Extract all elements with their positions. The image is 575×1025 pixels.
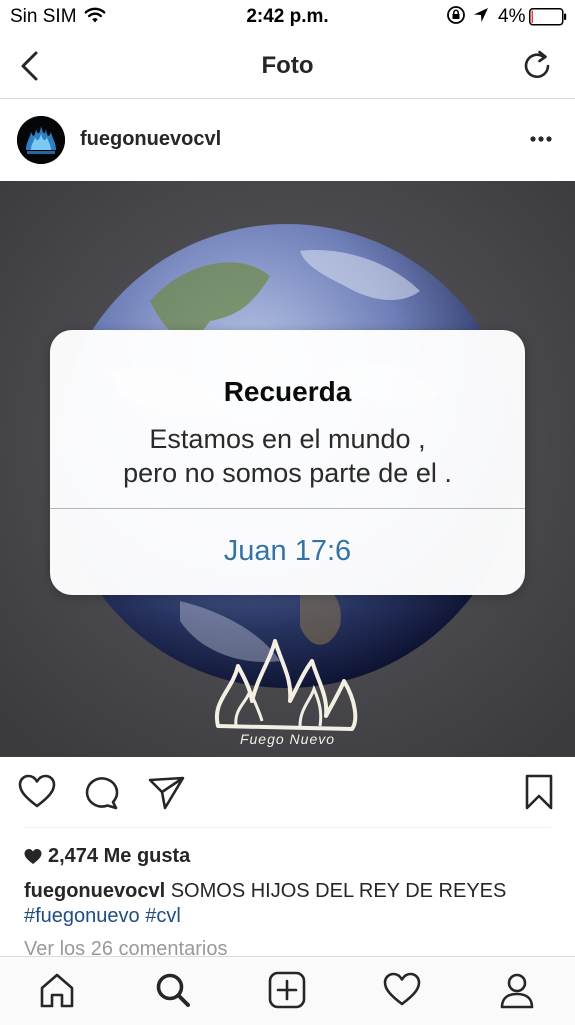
caption-username[interactable]: fuegonuevocvl [24, 880, 165, 902]
post-username[interactable]: fuegonuevocvl [80, 128, 221, 151]
dialog-button-label: Juan 17:6 [223, 535, 352, 567]
caption-text: SOMOS HIJOS DEL REY DE REYES [170, 880, 507, 902]
dialog-message-line1: Estamos en el mundo , [149, 424, 426, 454]
heart-icon[interactable] [382, 970, 422, 1010]
location-icon [472, 6, 490, 30]
search-icon[interactable] [153, 970, 193, 1010]
post-image[interactable]: Fuego Nuevo Recuerda Estamos en el mundo… [0, 181, 575, 757]
home-icon[interactable] [37, 970, 77, 1010]
likes-count[interactable]: 2,474 Me gusta [48, 845, 190, 868]
add-post-icon[interactable] [267, 970, 307, 1010]
rotation-lock-icon [446, 5, 466, 31]
actions-divider [24, 827, 551, 828]
brand-logo-text: Fuego Nuevo [239, 731, 336, 747]
battery-icon [529, 8, 567, 32]
page-title: Foto [261, 52, 314, 79]
comment-icon[interactable] [82, 772, 122, 812]
battery-percent: 4% [498, 6, 526, 27]
tab-bar [0, 956, 575, 1025]
ellipsis-icon[interactable] [524, 125, 558, 153]
post-actions [0, 757, 575, 827]
avatar[interactable] [17, 116, 65, 164]
post-header: fuegonuevocvl [0, 99, 575, 181]
post-caption: fuegonuevocvl SOMOS HIJOS DEL REY DE REY… [24, 880, 506, 903]
image-alert-dialog: Recuerda Estamos en el mundo , pero no s… [50, 330, 525, 595]
refresh-icon[interactable] [520, 48, 556, 84]
nav-bar: Foto [0, 34, 575, 99]
dialog-message-line2: pero no somos parte de el . [123, 458, 452, 488]
caption-hashtags[interactable]: #fuegonuevo #cvl [24, 905, 181, 928]
likes-heart-icon [24, 848, 42, 870]
share-direct-icon[interactable] [146, 772, 186, 812]
like-heart-icon[interactable] [17, 772, 57, 812]
status-bar: Sin SIM 2:42 p.m. 4% [0, 0, 575, 34]
dialog-title: Recuerda [223, 376, 352, 407]
bookmark-icon[interactable] [519, 772, 559, 812]
profile-icon[interactable] [497, 970, 537, 1010]
